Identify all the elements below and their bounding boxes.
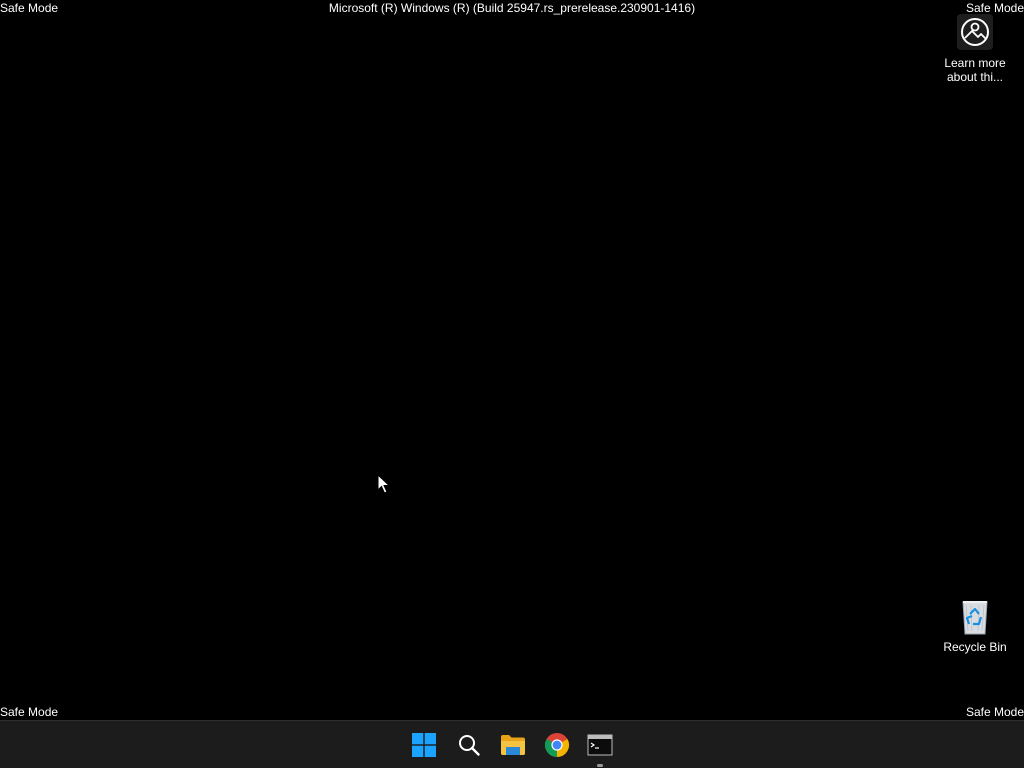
learn-more-icon bbox=[957, 14, 993, 50]
running-indicator bbox=[597, 764, 603, 767]
safe-mode-label-bottom-left: Safe Mode bbox=[0, 705, 59, 719]
search-icon bbox=[459, 735, 480, 756]
taskbar bbox=[0, 720, 1024, 768]
chrome-button[interactable] bbox=[539, 727, 575, 763]
desktop-icon-learn-more[interactable]: Learn more about thi... bbox=[937, 12, 1013, 84]
safe-mode-label-bottom-right: Safe Mode bbox=[965, 705, 1024, 719]
command-prompt-button[interactable] bbox=[582, 727, 618, 767]
recycle-bin-icon bbox=[962, 601, 988, 635]
windows-logo-icon bbox=[412, 733, 436, 757]
folder-icon bbox=[501, 735, 525, 755]
file-explorer-button[interactable] bbox=[495, 727, 531, 763]
terminal-icon bbox=[587, 734, 613, 756]
start-button[interactable] bbox=[406, 727, 442, 763]
search-button[interactable] bbox=[451, 727, 487, 763]
build-info-label: Microsoft (R) Windows (R) (Build 25947.r… bbox=[328, 1, 696, 15]
desktop-icon-recycle-bin-label: Recycle Bin bbox=[943, 640, 1007, 654]
desktop[interactable]: Safe Mode Microsoft (R) Windows (R) (Bui… bbox=[0, 0, 1024, 720]
mouse-cursor-icon bbox=[377, 474, 391, 494]
desktop-icon-learn-more-label: Learn more about thi... bbox=[944, 56, 1006, 84]
desktop-icon-recycle-bin[interactable]: Recycle Bin bbox=[937, 596, 1013, 654]
chrome-icon bbox=[544, 733, 570, 757]
